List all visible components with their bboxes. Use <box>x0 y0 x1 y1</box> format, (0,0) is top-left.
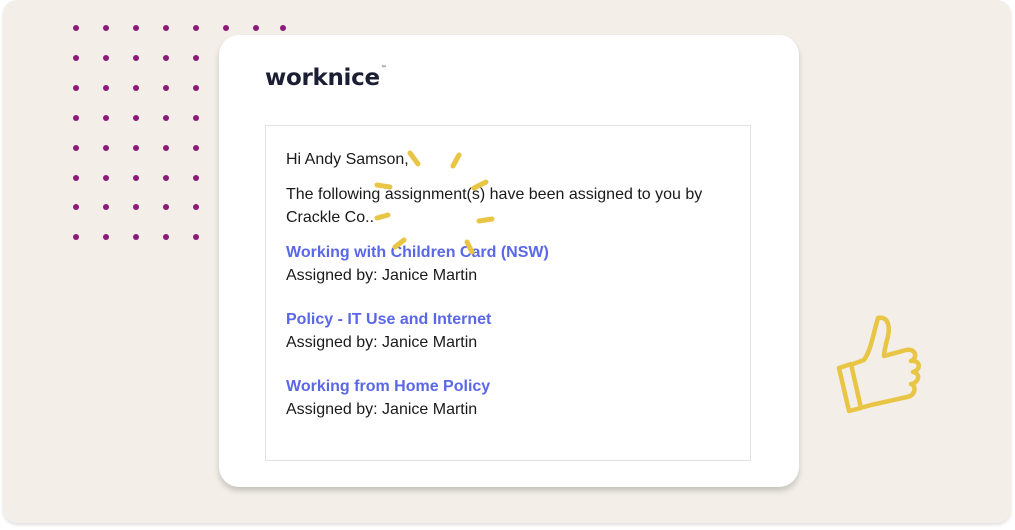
decorative-dot <box>103 234 109 240</box>
decorative-dot <box>163 25 169 31</box>
decorative-dot <box>73 234 79 240</box>
decorative-dot <box>73 145 79 151</box>
decorative-dot <box>103 145 109 151</box>
decorative-dot <box>163 204 169 210</box>
decorative-dot <box>163 55 169 61</box>
decorative-dot <box>73 25 79 31</box>
email-card: worknice™ Hi Andy Samson, The following … <box>219 35 799 487</box>
assignment-item: Working from Home Policy Assigned by: Ja… <box>286 375 730 421</box>
decorative-dot <box>193 85 199 91</box>
decorative-dot <box>223 25 229 31</box>
decorative-dot <box>280 25 286 31</box>
decorative-dot <box>103 115 109 121</box>
decorative-dot <box>193 204 199 210</box>
decorative-dot <box>163 115 169 121</box>
decorative-dot <box>193 145 199 151</box>
decorative-dot <box>133 55 139 61</box>
illustration-frame: worknice™ Hi Andy Samson, The following … <box>3 0 1011 523</box>
decorative-dot <box>163 175 169 181</box>
decorative-dot <box>193 25 199 31</box>
decorative-dot <box>133 25 139 31</box>
decorative-dot <box>193 115 199 121</box>
decorative-dot <box>73 204 79 210</box>
assigned-by-text: Assigned by: Janice Martin <box>286 334 478 351</box>
sparkle-icon <box>374 150 495 255</box>
decorative-dot <box>193 234 199 240</box>
assignment-link[interactable]: Policy - IT Use and Internet <box>286 308 730 331</box>
assignment-item: Working with Children Card (NSW) Assigne… <box>286 241 730 287</box>
decorative-dot <box>253 25 259 31</box>
decorative-dot <box>103 25 109 31</box>
assignment-item: Policy - IT Use and Internet Assigned by… <box>286 308 730 354</box>
worknice-logo: worknice™ <box>265 65 387 91</box>
decorative-dot <box>163 145 169 151</box>
email-body: Hi Andy Samson, The following assignment… <box>265 125 751 461</box>
decorative-dot <box>193 175 199 181</box>
decorative-dot <box>103 85 109 91</box>
assigned-by-text: Assigned by: Janice Martin <box>286 267 478 284</box>
assignment-link[interactable]: Working with Children Card (NSW) <box>286 241 730 264</box>
decorative-dot <box>193 55 199 61</box>
decorative-dot <box>133 204 139 210</box>
email-greeting: Hi Andy Samson, <box>286 151 409 168</box>
decorative-dot <box>73 115 79 121</box>
decorative-dot <box>103 55 109 61</box>
decorative-dot <box>133 115 139 121</box>
assigned-by-text: Assigned by: Janice Martin <box>286 401 478 418</box>
decorative-dot <box>73 175 79 181</box>
decorative-dot <box>163 234 169 240</box>
decorative-dot <box>103 175 109 181</box>
decorative-dot <box>163 85 169 91</box>
decorative-dot <box>73 85 79 91</box>
thumbs-up-icon <box>836 315 921 414</box>
decorative-dot <box>103 204 109 210</box>
decorative-dot <box>133 85 139 91</box>
decorative-dot <box>133 234 139 240</box>
assignment-link[interactable]: Working from Home Policy <box>286 375 730 398</box>
decorative-dot <box>133 175 139 181</box>
decorative-dot <box>133 145 139 151</box>
decorative-dot <box>73 55 79 61</box>
